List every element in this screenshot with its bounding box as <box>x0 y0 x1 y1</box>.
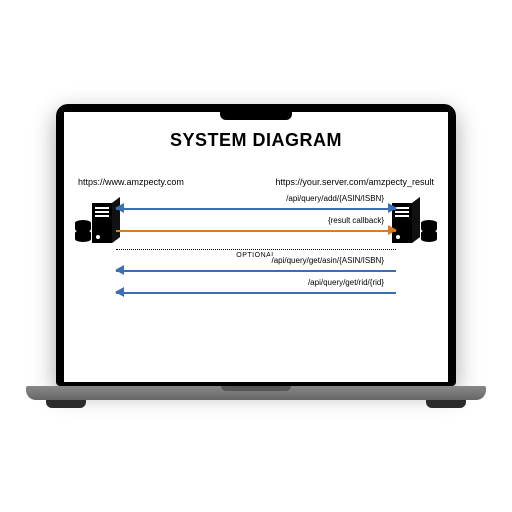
arrow-line <box>116 208 396 210</box>
arrow-result-callback: {result callback} <box>116 223 396 237</box>
arrow-label: /api/query/get/asin/{ASIN/ISBN} <box>269 256 386 265</box>
arrow-head-icon <box>388 203 397 213</box>
arrow-get-rid: /api/query/get/rid/{rid} <box>116 285 396 299</box>
arrow-line <box>116 230 396 232</box>
laptop-feet <box>46 400 466 408</box>
diagram-canvas: /api/query/add/{ASIN/ISBN} {result callb… <box>78 191 434 331</box>
laptop-foot <box>46 400 86 408</box>
laptop-foot <box>426 400 466 408</box>
arrow-head-icon <box>115 265 124 275</box>
laptop-screen: SYSTEM DIAGRAM https://www.amzpecty.com … <box>64 112 448 382</box>
laptop-bezel: SYSTEM DIAGRAM https://www.amzpecty.com … <box>56 104 456 386</box>
right-host-url: https://your.server.com/amzpecty_result <box>275 177 434 187</box>
arrow-head-icon <box>115 287 124 297</box>
laptop-deck <box>26 386 486 400</box>
arrow-line <box>116 270 396 272</box>
left-host-url: https://www.amzpecty.com <box>78 177 184 187</box>
arrow-head-icon <box>115 203 124 213</box>
arrow-label: {result callback} <box>326 216 386 225</box>
camera-notch <box>220 112 292 120</box>
database-icon <box>420 219 438 243</box>
arrow-head-icon <box>388 225 397 235</box>
arrow-line <box>116 292 396 294</box>
arrow-label: /api/query/get/rid/{rid} <box>306 278 386 287</box>
host-labels-row: https://www.amzpecty.com https://your.se… <box>64 151 448 187</box>
arrow-get-asin: /api/query/get/asin/{ASIN/ISBN} <box>116 263 396 277</box>
arrow-label: /api/query/add/{ASIN/ISBN} <box>284 194 386 203</box>
arrow-add-query: /api/query/add/{ASIN/ISBN} <box>116 201 396 215</box>
laptop-frame: SYSTEM DIAGRAM https://www.amzpecty.com … <box>26 104 486 408</box>
